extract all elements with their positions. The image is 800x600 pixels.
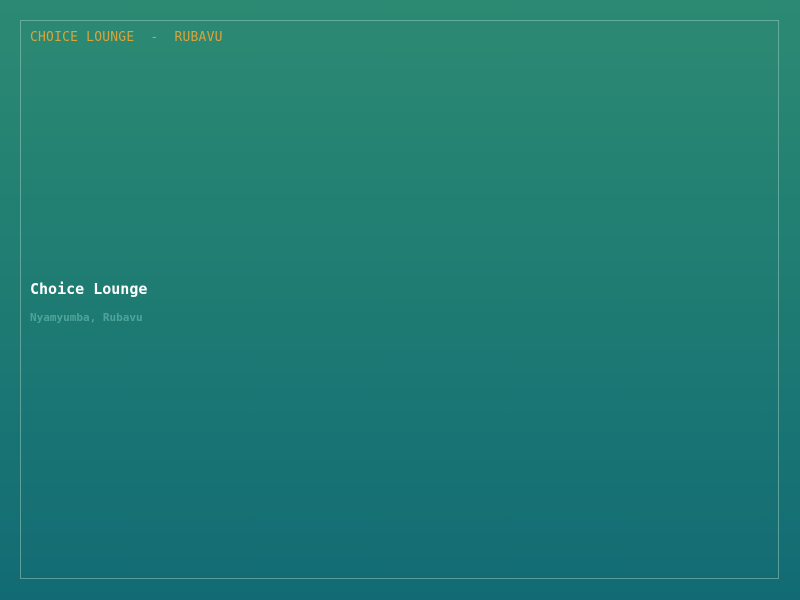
header-title: CHOICE LOUNGE - RUBAVU	[30, 30, 223, 45]
card-frame	[20, 20, 779, 579]
venue-location: Nyamyumba, Rubavu	[30, 311, 143, 324]
venue-name: Choice Lounge	[30, 280, 148, 298]
